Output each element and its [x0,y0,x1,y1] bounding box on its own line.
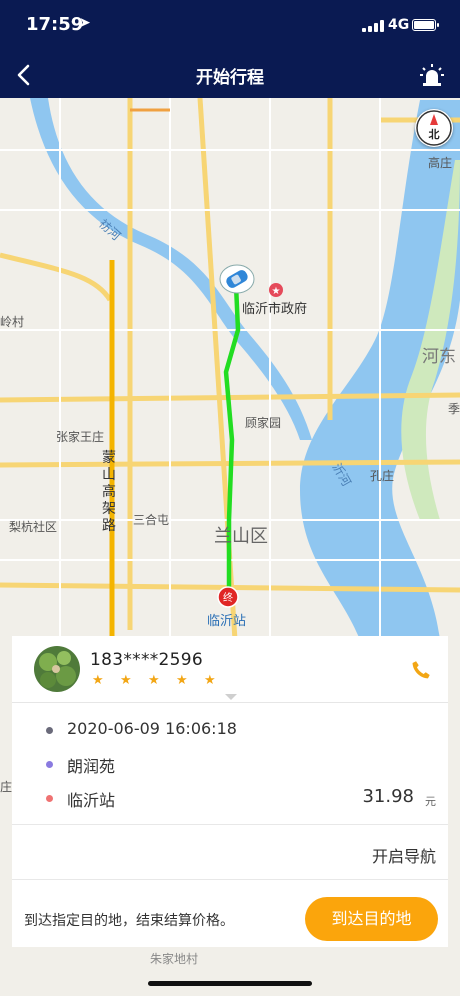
map-label-station: 临沂站 [207,614,247,629]
map-label-lanshan: 兰山区 [214,526,268,547]
driver-phone: 183****2596 [90,650,204,670]
map-label-bottom: 朱家地村 [150,952,199,966]
network-type: 4G [388,17,410,33]
map-label-gaozhuang: 高庄 [428,156,453,170]
start-navigation-button[interactable]: 开启导航 [372,843,436,867]
location-arrow-icon: ➤ [79,15,91,31]
time-dot-icon [46,727,53,734]
city-gov-icon: ★ [269,283,283,297]
star-icon: ★ [92,673,104,688]
end-marker-label: 终 [223,591,233,604]
destination-row: 临沂站 31.98 元 [12,784,448,814]
map-label-city-gov: 临沂市政府 [242,302,308,317]
arrive-destination-button[interactable]: 到达目的地 [305,897,438,941]
home-indicator [148,981,312,986]
compass-icon[interactable]: 北 [415,109,453,147]
compass-label: 北 [429,127,440,141]
signal-icon [362,20,384,32]
star-icon: ★ [148,673,160,688]
pickup-row: 朗润苑 [12,750,448,780]
expand-caret-icon[interactable] [225,694,237,700]
trip-panel: 183****2596 ★ ★ ★ ★ ★ 2020-06-09 16:06:1… [12,636,448,947]
arrival-hint: 到达指定目的地，结束结算价格。 [24,913,234,929]
alarm-light-icon[interactable] [418,61,446,89]
map-label-lihang: 梨杭社区 [9,520,58,534]
car-marker-icon [219,264,255,294]
pickup-location: 朗润苑 [67,757,116,776]
trip-time-row: 2020-06-09 16:06:18 [12,716,448,746]
phone-call-icon[interactable] [410,659,432,681]
star-icon: ★ [204,673,216,688]
map-label-zhangjia: 张家王庄 [56,430,105,444]
battery-icon [412,19,439,31]
driver-avatar[interactable] [34,646,80,692]
map-label-gujia: 顾家园 [245,416,282,430]
map-label-ling-village: 岭村 [0,315,25,329]
price-unit: 元 [425,795,436,808]
destination-dot-icon [46,795,53,802]
status-time: 17:59 [26,14,84,35]
destination-location: 临沂站 [67,791,116,810]
status-bar: 17:59 ➤ 4G [0,0,460,52]
star-icon: ★ [176,673,188,688]
pickup-dot-icon [46,761,53,768]
map-label-kongzhuang: 孔庄 [370,469,395,483]
map-label-sanhe: 三合屯 [133,513,170,527]
trip-time: 2020-06-09 16:06:18 [67,719,237,738]
map-label-edge-zhuang: 庄 [0,780,13,794]
svg-text:★: ★ [272,286,281,297]
nav-bar: 开始行程 [0,52,460,98]
driver-rating: ★ ★ ★ ★ ★ [92,673,232,689]
map-label-hedong: 河东 [422,347,456,367]
trip-price: 31.98 [362,786,414,807]
star-icon: ★ [120,673,132,688]
map-label-edge-ji: 季 [448,402,460,416]
map-label-highway: 蒙山高架路 [102,450,116,534]
page-title: 开始行程 [196,68,264,88]
